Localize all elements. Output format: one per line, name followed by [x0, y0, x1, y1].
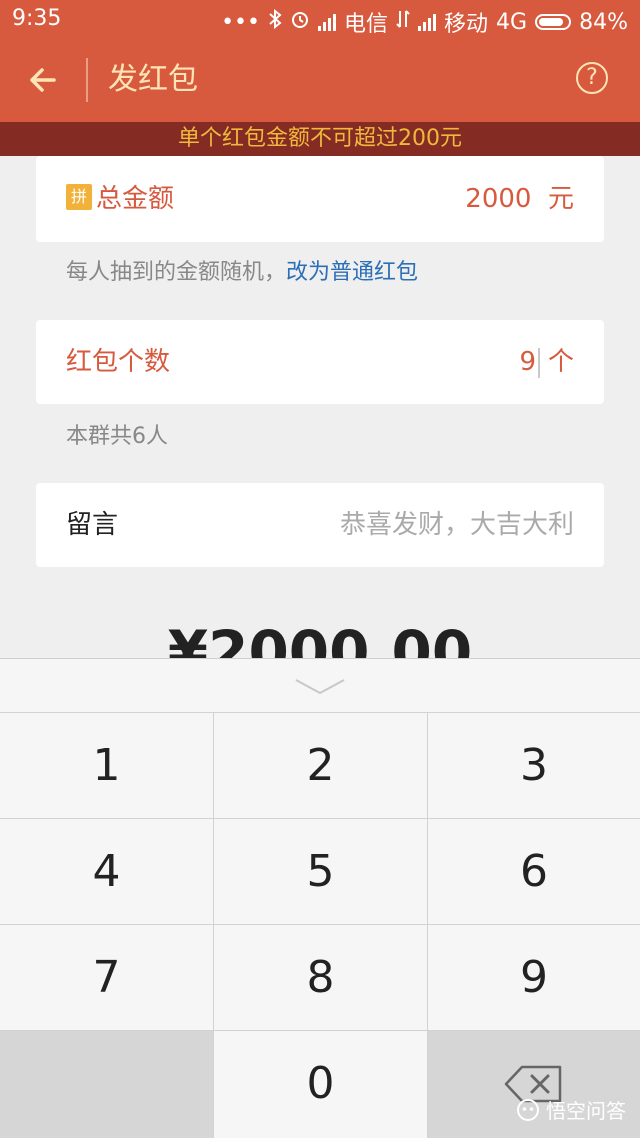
wukong-logo-icon: [517, 1098, 539, 1121]
total-display: ¥2000.00: [167, 618, 473, 658]
key-5[interactable]: 5: [214, 819, 427, 924]
alarm-icon: [290, 9, 310, 35]
message-field[interactable]: 留言 恭喜发财，大吉大利: [36, 483, 604, 567]
text-cursor: [537, 347, 540, 378]
status-bar: 9:35 ••• 电信 移动 4G 84%: [0, 0, 640, 38]
envelope-count-number: 9: [519, 347, 536, 377]
watermark-text: 悟空问答: [546, 1099, 626, 1123]
amount-hint-text: 每人抽到的金额随机，: [66, 260, 287, 285]
back-button[interactable]: [22, 58, 66, 102]
key-0[interactable]: 0: [214, 1031, 427, 1138]
back-arrow-icon: [30, 68, 56, 92]
network-type: 4G: [496, 9, 528, 35]
data-transfer-icon: [396, 9, 410, 35]
envelope-count-label: 红包个数: [66, 347, 171, 377]
watermark: 悟空问答: [516, 1095, 626, 1124]
app-header: 发红包 ?: [0, 38, 640, 122]
group-size-hint: 本群共6人: [66, 424, 168, 449]
amount-hint: 每人抽到的金额随机，改为普通红包: [66, 254, 418, 286]
battery-icon: [535, 14, 572, 30]
switch-normal-envelope-link[interactable]: 改为普通红包: [286, 260, 418, 285]
keyboard-collapse-button[interactable]: [0, 658, 640, 712]
key-9[interactable]: 9: [428, 925, 640, 1030]
key-3[interactable]: 3: [428, 713, 640, 818]
key-7[interactable]: 7: [0, 925, 213, 1030]
page-title: 发红包: [108, 62, 198, 97]
signal-icon: [318, 13, 337, 31]
help-button[interactable]: ?: [576, 62, 608, 94]
notification-dots: •••: [221, 9, 261, 35]
total-amount-value: 2000 元: [465, 156, 574, 242]
total-amount-label: 拼总金额: [66, 156, 174, 242]
key-1[interactable]: 1: [0, 713, 213, 818]
amount-limit-warning: 单个红包金额不可超过200元: [0, 122, 640, 156]
pin-badge: 拼: [66, 183, 92, 210]
help-icon: ?: [586, 65, 598, 90]
key-8[interactable]: 8: [214, 925, 427, 1030]
key-4[interactable]: 4: [0, 819, 213, 924]
chevron-down-icon: [295, 679, 345, 695]
status-indicators: ••• 电信 移动 4G 84%: [221, 6, 628, 38]
carrier-1: 电信: [344, 12, 389, 37]
message-placeholder: 恭喜发财，大吉大利: [339, 510, 574, 540]
key-empty: [0, 1031, 213, 1138]
message-label: 留言: [66, 510, 119, 540]
key-2[interactable]: 2: [214, 713, 427, 818]
total-amount-number: 2000: [465, 184, 532, 214]
status-time: 9:35: [12, 6, 62, 31]
key-6[interactable]: 6: [428, 819, 640, 924]
total-amount-unit: 元: [547, 184, 574, 214]
envelope-count-value: 9个: [519, 320, 574, 404]
numeric-keyboard: 1 2 3 4 5 6 7 8 9 0 悟空问答: [0, 658, 640, 1138]
carrier-2: 移动: [444, 12, 489, 37]
envelope-count-field[interactable]: 红包个数 9个: [36, 320, 604, 404]
envelope-count-unit: 个: [547, 347, 574, 377]
total-amount-text: 总金额: [96, 184, 175, 214]
signal-icon-2: [418, 13, 437, 31]
header-divider: [86, 58, 88, 102]
bluetooth-icon: [268, 8, 282, 35]
battery-percent: 84%: [579, 9, 628, 35]
total-amount-field[interactable]: 拼总金额 2000 元: [36, 156, 604, 242]
